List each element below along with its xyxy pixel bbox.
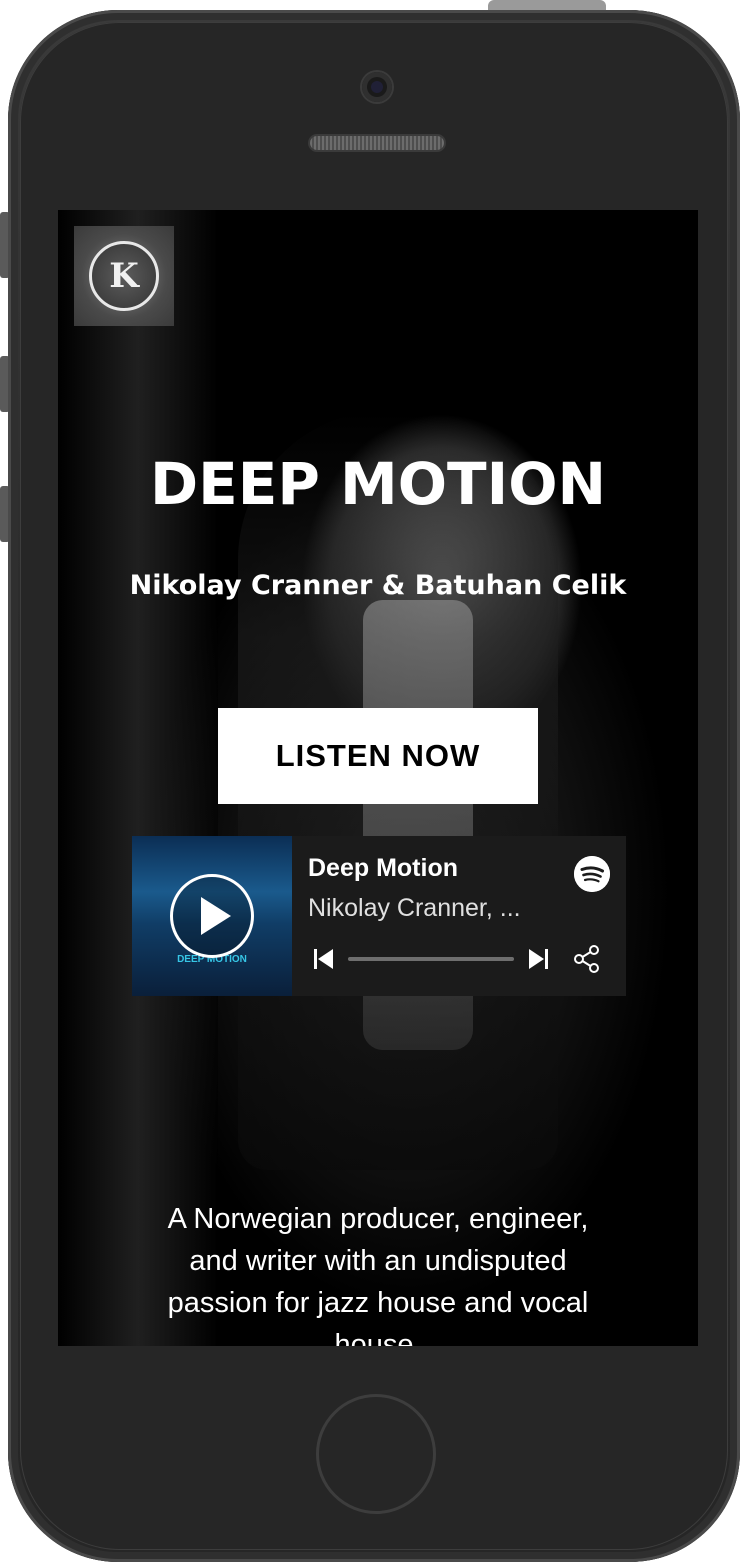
site-logo[interactable]: K [74,226,174,326]
skip-forward-icon[interactable] [526,944,550,978]
phone-screen: K DEEP MOTION Nikolay Cranner & Batuhan … [58,210,698,1346]
home-button[interactable] [316,1394,436,1514]
track-artist: Nikolay Cranner, ... [308,894,521,922]
logo-emblem-icon: K [89,241,159,311]
play-button[interactable] [170,874,254,958]
progress-bar[interactable] [348,957,514,961]
artist-names: Nikolay Cranner & Batuhan Celik [129,570,627,601]
artist-description: A Norwegian producer, engineer, and writ… [167,1203,589,1346]
listen-now-button[interactable]: LISTEN NOW [218,708,538,804]
page-title: DEEP MOTION [149,450,607,518]
front-camera [362,72,392,102]
album-cover: DEEP MOTION [132,836,292,996]
share-icon[interactable] [572,944,602,978]
player-info: Deep Motion Nikolay Cranner, ... [292,836,626,996]
background-image [58,210,218,1346]
playback-controls [308,944,608,974]
spotify-icon[interactable] [574,856,610,892]
track-title: Deep Motion [308,854,458,882]
play-icon [201,897,231,935]
spotify-player: DEEP MOTION Deep Motion Nikolay Cranner,… [132,836,626,996]
earpiece-speaker [310,136,444,150]
skip-back-icon[interactable] [312,944,336,978]
